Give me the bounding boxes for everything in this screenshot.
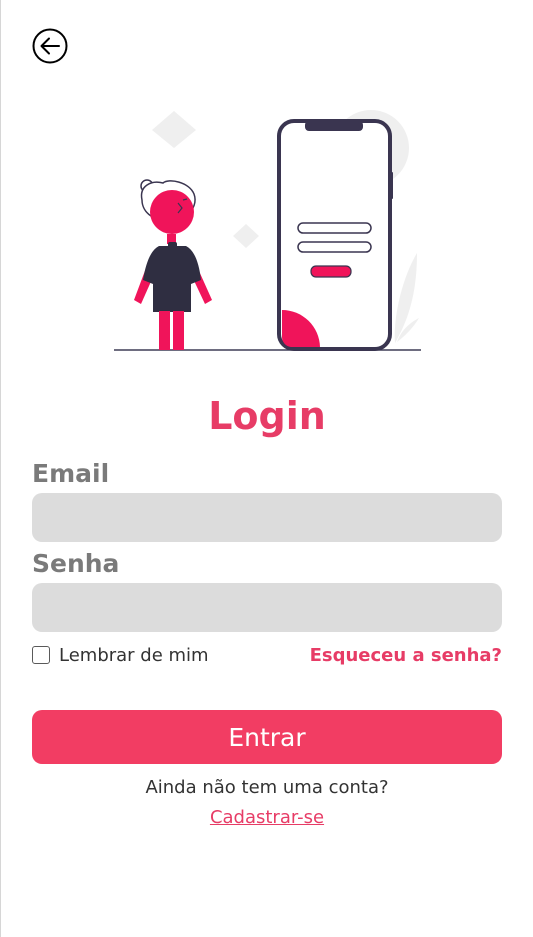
page-title: Login (208, 394, 326, 438)
phone-illustration (277, 119, 393, 351)
password-field[interactable] (32, 583, 502, 632)
remember-me-row[interactable]: Lembrar de mim (32, 644, 209, 666)
person-illustration (134, 179, 212, 350)
password-label: Senha (32, 549, 120, 578)
email-field[interactable] (32, 493, 502, 542)
forgot-password-link[interactable]: Esqueceu a senha? (310, 644, 502, 668)
signup-link[interactable]: Cadastrar-se (1, 806, 533, 830)
remember-me-label[interactable]: Lembrar de mim (59, 645, 209, 666)
decor-diamond-small (233, 224, 259, 248)
login-button[interactable]: Entrar (32, 710, 502, 764)
login-screen: Login Email Senha Lembrar de mim Esquece… (0, 0, 532, 937)
email-label: Email (32, 459, 110, 488)
remember-me-checkbox[interactable] (32, 646, 50, 664)
login-mobile-illustration (114, 110, 421, 351)
decor-diamond-large (152, 111, 196, 148)
no-account-text: Ainda não tem uma conta? (145, 777, 389, 798)
